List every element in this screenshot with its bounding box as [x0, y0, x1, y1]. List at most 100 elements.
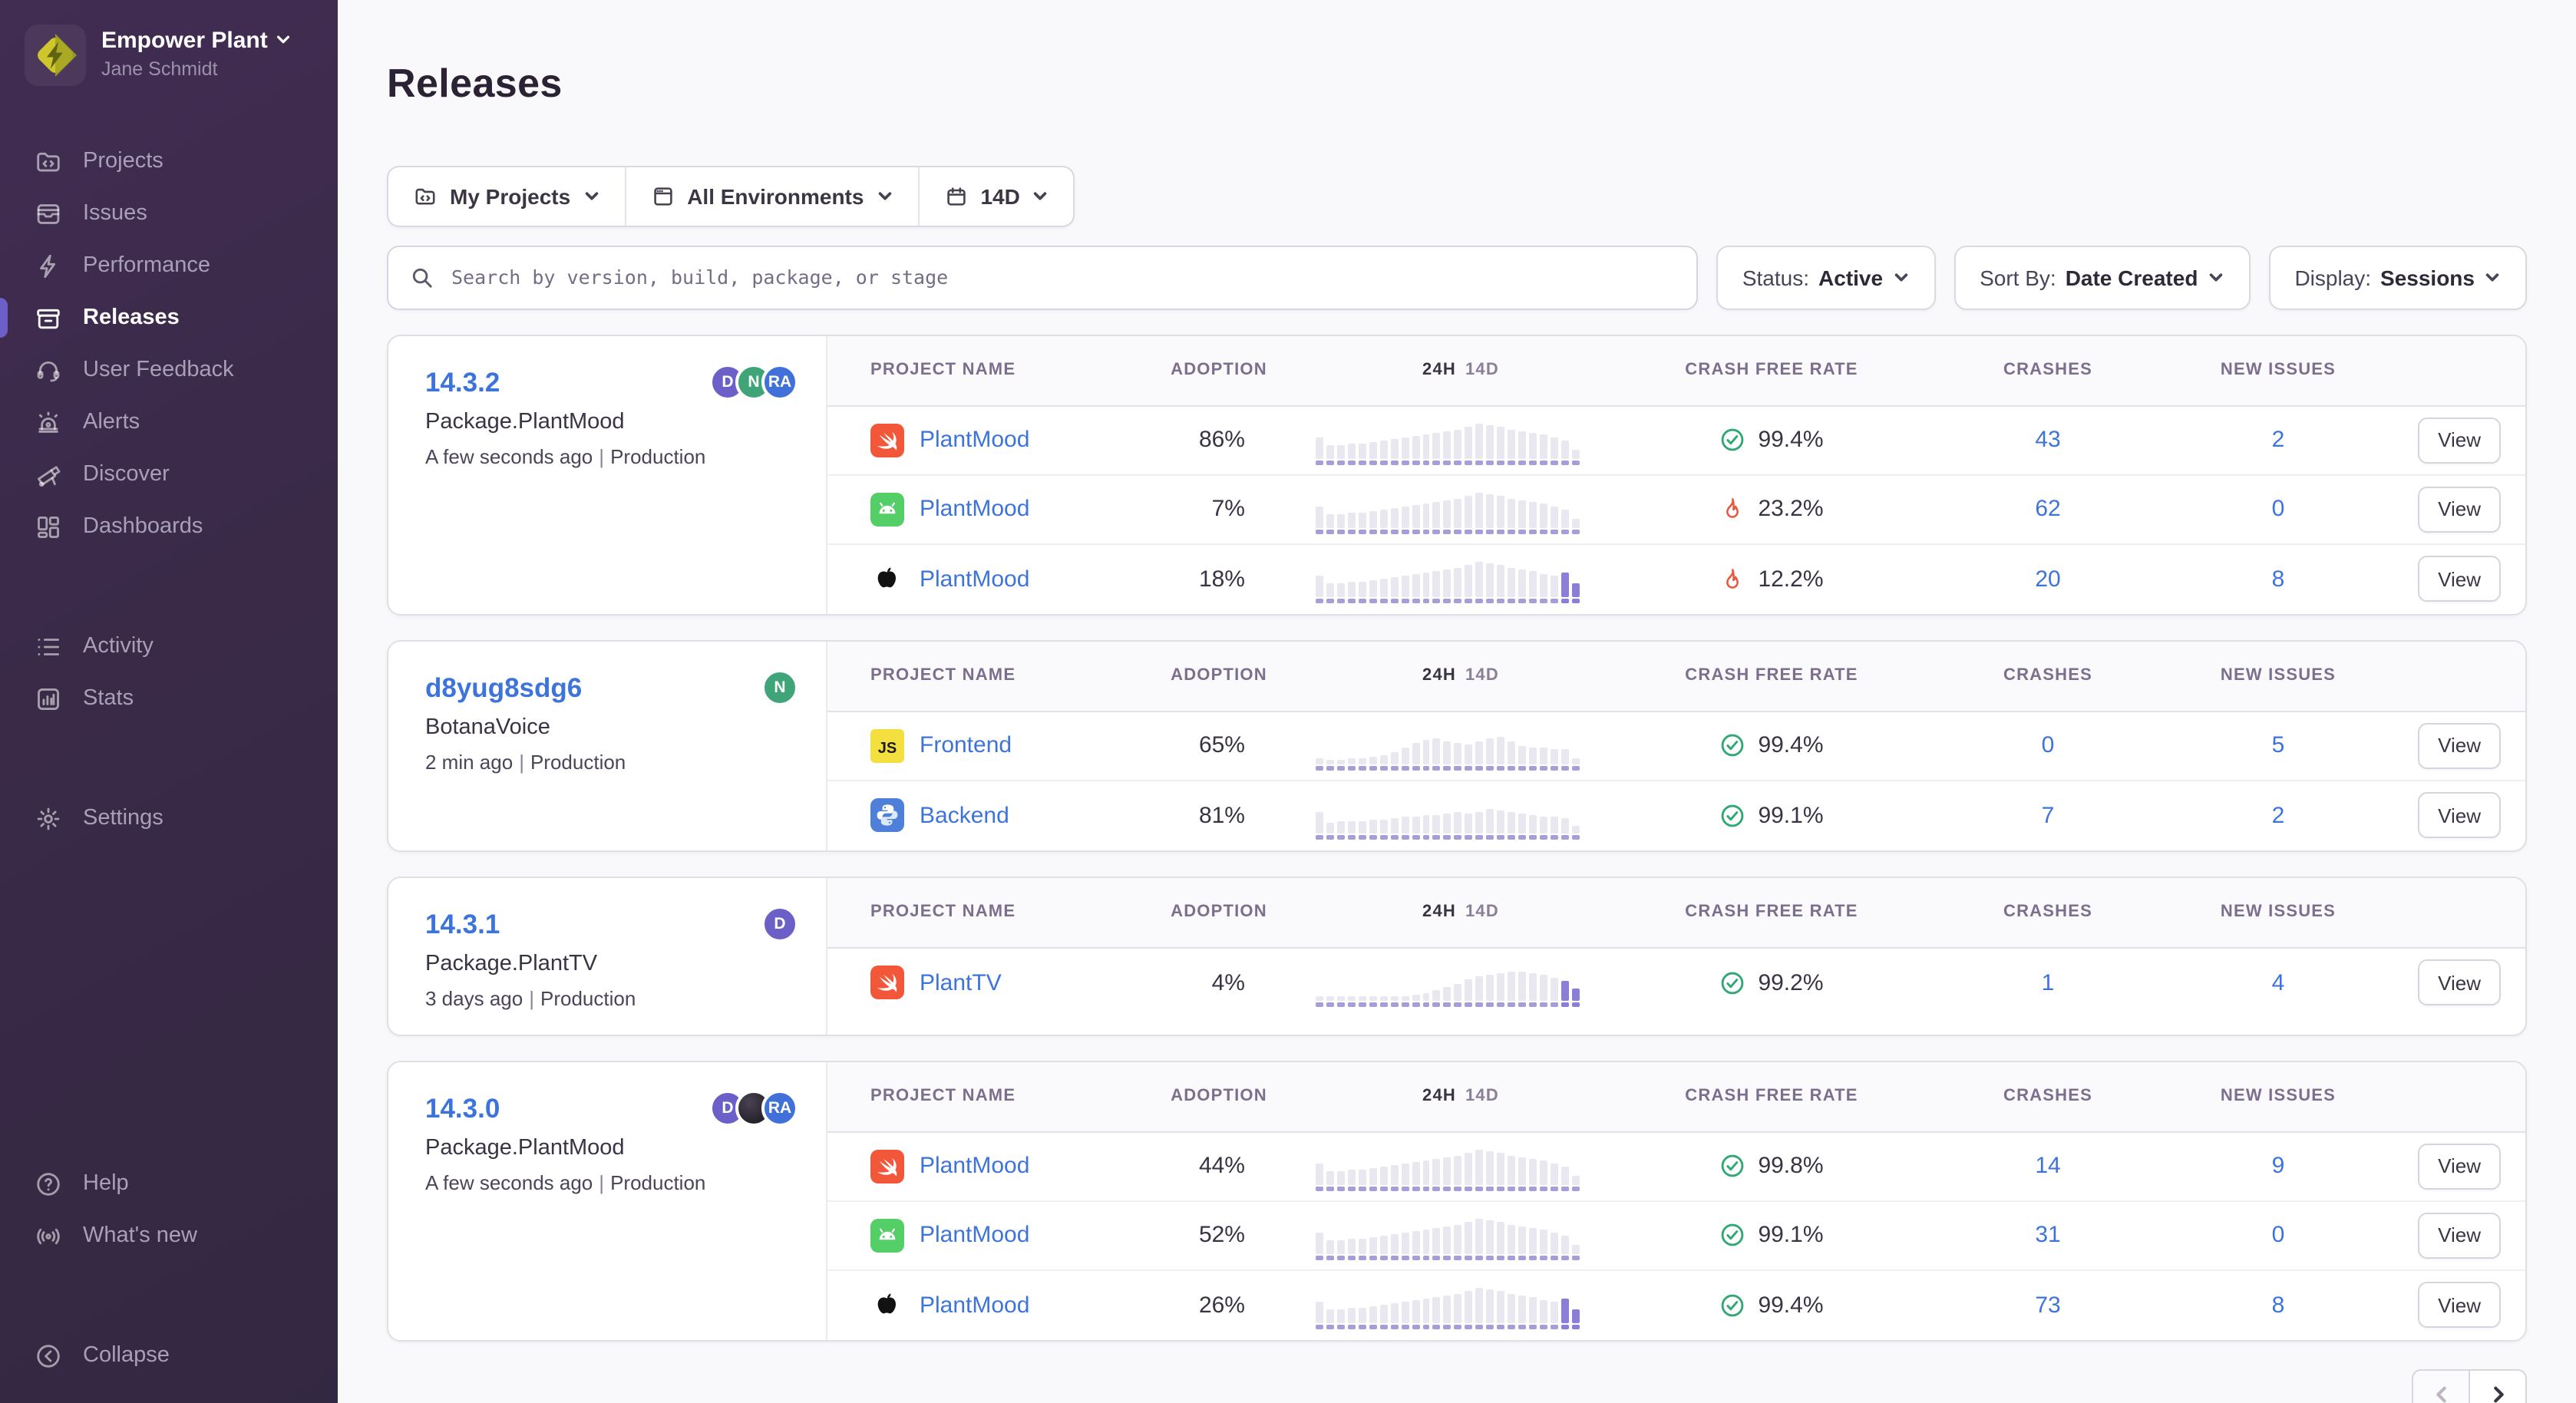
- view-button[interactable]: View: [2418, 487, 2501, 533]
- view-button[interactable]: View: [2418, 960, 2501, 1006]
- project-link[interactable]: Frontend: [920, 733, 1012, 759]
- view-button[interactable]: View: [2418, 1144, 2501, 1190]
- sidebar-item-what-s-new[interactable]: What's new: [0, 1210, 338, 1262]
- python-icon: [870, 799, 904, 833]
- project-link[interactable]: PlantMood: [920, 1223, 1029, 1249]
- release-table: PROJECT NAME ADOPTION 24H14D CRASH FREE …: [827, 336, 2525, 614]
- chevron-down-icon: [583, 184, 599, 209]
- new-issues-count-link[interactable]: 8: [2171, 1292, 2386, 1319]
- javascript-icon: JS: [870, 729, 904, 763]
- project-link[interactable]: PlantMood: [920, 1292, 1029, 1319]
- sidebar-item-label: What's new: [83, 1223, 197, 1248]
- release-package-name: Package.PlantMood: [425, 410, 795, 434]
- sidebar-item-activity[interactable]: Activity: [0, 620, 338, 672]
- column-header-project-name: PROJECT NAME: [827, 1088, 1134, 1106]
- new-issues-count-link[interactable]: 2: [2171, 428, 2386, 454]
- environment-filter[interactable]: All Environments: [624, 167, 917, 226]
- crashes-count-link[interactable]: 0: [1925, 733, 2171, 759]
- column-header-crashes: CRASHES: [1925, 903, 2171, 922]
- new-issues-count-link[interactable]: 2: [2171, 803, 2386, 829]
- next-page-button[interactable]: [2469, 1369, 2527, 1403]
- crash-free-value: 99.1%: [1758, 803, 1823, 829]
- previous-page-button[interactable]: [2412, 1369, 2470, 1403]
- column-header-crash-free-rate: CRASH FREE RATE: [1618, 667, 1925, 685]
- search-box: [387, 246, 1698, 310]
- view-button[interactable]: View: [2418, 1213, 2501, 1259]
- sidebar-item-projects[interactable]: Projects: [0, 135, 338, 187]
- sidebar-item-label: Performance: [83, 253, 210, 278]
- org-switcher[interactable]: Empower Plant Jane Schmidt: [25, 25, 316, 86]
- sidebar-item-performance[interactable]: Performance: [0, 239, 338, 292]
- view-button[interactable]: View: [2418, 1283, 2501, 1329]
- crashes-count-link[interactable]: 31: [1925, 1223, 2171, 1249]
- sidebar-item-issues[interactable]: Issues: [0, 187, 338, 239]
- project-row: PlantMood 52% 99.1% 31 0 View: [827, 1202, 2525, 1271]
- column-header-24h: 24H: [1422, 1088, 1456, 1106]
- column-header-adoption: ADOPTION: [1134, 361, 1303, 380]
- page-title: Releases: [387, 61, 2527, 108]
- sidebar-item-stats[interactable]: Stats: [0, 672, 338, 725]
- column-header-timerange: 24H14D: [1303, 903, 1618, 922]
- release-avatars: D: [761, 906, 798, 942]
- crashes-count-link[interactable]: 1: [1925, 970, 2171, 996]
- adoption-value: 65%: [1134, 733, 1303, 759]
- org-user: Jane Schmidt: [101, 58, 292, 82]
- new-issues-count-link[interactable]: 0: [2171, 1223, 2386, 1249]
- crashes-count-link[interactable]: 20: [1925, 566, 2171, 593]
- crashes-count-link[interactable]: 7: [1925, 803, 2171, 829]
- crashes-count-link[interactable]: 73: [1925, 1292, 2171, 1319]
- crashes-count-link[interactable]: 43: [1925, 428, 2171, 454]
- crash-free-value: 99.8%: [1758, 1154, 1823, 1180]
- project-link[interactable]: PlantMood: [920, 566, 1029, 593]
- projects-icon: [34, 147, 63, 176]
- sidebar-item-collapse[interactable]: Collapse: [0, 1329, 338, 1382]
- collapse-icon: [34, 1341, 63, 1370]
- release-table: PROJECT NAME ADOPTION 24H14D CRASH FREE …: [827, 878, 2525, 1035]
- search-icon: [410, 266, 434, 290]
- release-version-link[interactable]: 14.3.1: [425, 909, 795, 941]
- new-issues-count-link[interactable]: 8: [2171, 566, 2386, 593]
- new-issues-count-link[interactable]: 4: [2171, 970, 2386, 996]
- column-header-crashes: CRASHES: [1925, 667, 2171, 685]
- sidebar-item-dashboards[interactable]: Dashboards: [0, 500, 338, 553]
- new-issues-count-link[interactable]: 5: [2171, 733, 2386, 759]
- view-button[interactable]: View: [2418, 418, 2501, 464]
- crashes-count-link[interactable]: 14: [1925, 1154, 2171, 1180]
- release-table-header: PROJECT NAME ADOPTION 24H14D CRASH FREE …: [827, 878, 2525, 949]
- date-range-filter[interactable]: 14D: [917, 167, 1073, 226]
- status-dropdown[interactable]: Status: Active: [1716, 246, 1935, 310]
- crashes-count-link[interactable]: 62: [1925, 497, 2171, 523]
- avatar: D: [761, 906, 798, 942]
- project-link[interactable]: PlantMood: [920, 1154, 1029, 1180]
- sidebar-item-user-feedback[interactable]: User Feedback: [0, 344, 338, 396]
- adoption-sparkline: [1316, 485, 1580, 534]
- view-button[interactable]: View: [2418, 723, 2501, 769]
- sidebar-item-alerts[interactable]: Alerts: [0, 396, 338, 448]
- projects-filter[interactable]: My Projects: [388, 167, 624, 226]
- crash-free-good-icon: [1719, 1223, 1745, 1249]
- sidebar-item-help[interactable]: Help: [0, 1157, 338, 1210]
- apple-icon: [872, 1290, 903, 1321]
- sort-by-dropdown[interactable]: Sort By: Date Created: [1953, 246, 2250, 310]
- sidebar-item-releases[interactable]: Releases: [0, 292, 338, 344]
- project-link[interactable]: PlantMood: [920, 428, 1029, 454]
- sidebar-item-discover[interactable]: Discover: [0, 448, 338, 500]
- project-link[interactable]: PlantMood: [920, 497, 1029, 523]
- adoption-sparkline: [1316, 1281, 1580, 1330]
- release-version-link[interactable]: d8yug8sdg6: [425, 672, 795, 705]
- sidebar-item-settings[interactable]: Settings: [0, 792, 338, 844]
- adoption-value: 81%: [1134, 803, 1303, 829]
- new-issues-count-link[interactable]: 0: [2171, 497, 2386, 523]
- view-button[interactable]: View: [2418, 556, 2501, 602]
- display-dropdown[interactable]: Display: Sessions: [2268, 246, 2527, 310]
- project-row: PlantMood 18% 12.2% 20 8 View: [827, 545, 2525, 614]
- project-link[interactable]: Backend: [920, 803, 1009, 829]
- new-issues-count-link[interactable]: 9: [2171, 1154, 2386, 1180]
- project-link[interactable]: PlantTV: [920, 970, 1002, 996]
- column-header-crashes: CRASHES: [1925, 361, 2171, 380]
- search-input[interactable]: [448, 265, 1675, 291]
- chevron-right-icon: [2488, 1385, 2508, 1403]
- sidebar-item-label: Discover: [83, 462, 170, 487]
- view-button[interactable]: View: [2418, 793, 2501, 839]
- project-row: Backend 81% 99.1% 7 2 View: [827, 781, 2525, 850]
